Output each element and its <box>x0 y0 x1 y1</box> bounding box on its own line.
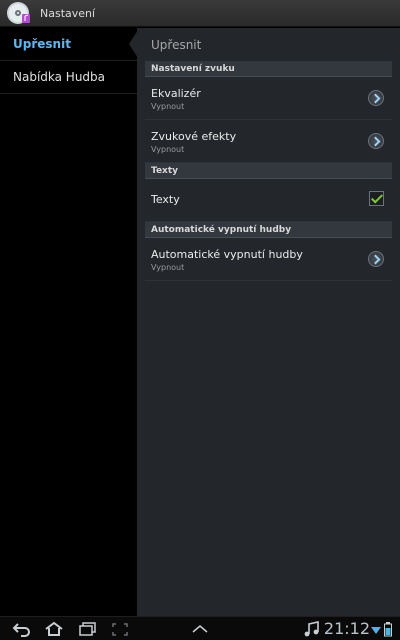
system-bar: 21:12 <box>0 616 400 640</box>
setting-row-lyrics[interactable]: Texty <box>145 179 392 222</box>
battery-icon <box>383 621 393 637</box>
section-header-auto-off: Automatické vypnutí hudby <box>145 222 392 238</box>
sidebar: Upřesnit Nabídka Hudba <box>0 28 138 616</box>
lyrics-checkbox[interactable] <box>369 191 384 206</box>
sidebar-item-label: Nabídka Hudba <box>13 70 106 84</box>
chevron-right-icon[interactable] <box>368 251 384 267</box>
section-header-sound: Nastavení zvuku <box>145 61 392 77</box>
recent-apps-icon[interactable] <box>78 621 98 637</box>
screenshot-icon[interactable] <box>110 621 130 637</box>
setting-label: Zvukové efekty <box>151 130 237 143</box>
setting-row-sound-effects[interactable]: Zvukové efekty Vypnout <box>145 120 392 163</box>
window-title: Nastavení <box>40 6 96 20</box>
home-icon[interactable] <box>44 621 64 637</box>
chevron-right-icon[interactable] <box>368 90 384 106</box>
section-header-lyrics: Texty <box>145 163 392 179</box>
up-arrow-icon[interactable] <box>190 621 210 637</box>
settings-panel: Upřesnit Nastavení zvuku Ekvalizér Vypno… <box>137 28 400 616</box>
wifi-icon <box>370 621 382 637</box>
setting-value: Vypnout <box>151 102 185 111</box>
music-disc-icon[interactable] <box>6 0 32 26</box>
title-bar: Nastavení <box>0 0 400 27</box>
sidebar-item-upresnit[interactable]: Upřesnit <box>0 28 138 61</box>
sidebar-item-nabidka-hudba[interactable]: Nabídka Hudba <box>0 61 137 94</box>
clock: 21:12 <box>323 619 370 638</box>
setting-value: Vypnout <box>151 145 185 154</box>
back-icon[interactable] <box>12 621 32 637</box>
setting-value: Vypnout <box>151 263 185 272</box>
panel-title: Upřesnit <box>151 37 202 52</box>
sidebar-item-label: Upřesnit <box>13 37 71 51</box>
setting-label: Automatické vypnutí hudby <box>151 248 303 261</box>
setting-row-auto-off[interactable]: Automatické vypnutí hudby Vypnout <box>145 238 392 281</box>
chevron-right-icon[interactable] <box>368 133 384 149</box>
music-note-icon <box>302 621 322 637</box>
setting-label: Ekvalizér <box>151 87 201 100</box>
setting-label: Texty <box>151 193 180 206</box>
setting-row-equalizer[interactable]: Ekvalizér Vypnout <box>145 77 392 120</box>
